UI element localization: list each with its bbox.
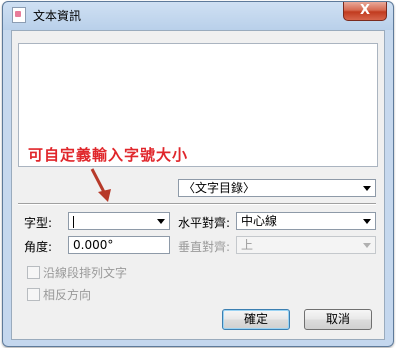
along-segment-checkbox[interactable] (27, 266, 40, 279)
document-icon (12, 7, 26, 23)
font-size-combo[interactable] (68, 212, 170, 230)
close-button[interactable]: X (343, 2, 387, 21)
annotation-label: 可自定義輸入字號大小 (28, 146, 189, 164)
divider (18, 203, 376, 205)
horizontal-align-value: 中心線 (241, 214, 278, 228)
window-title: 文本資訊 (33, 9, 82, 23)
cancel-button[interactable]: 取消 (304, 309, 372, 330)
reverse-direction-label: 相反方向 (43, 288, 92, 302)
dialog-window: 文本資訊 X 可自定義輸入字號大小 〈文字目錄〉 字型: 水平對齊: 中心線 角… (2, 1, 394, 347)
angle-value: 0.000° (73, 238, 114, 252)
annotation-arrow-icon (90, 168, 111, 202)
chevron-down-icon (363, 219, 371, 224)
chevron-down-icon (363, 186, 371, 191)
angle-input[interactable]: 0.000° (68, 236, 170, 254)
vertical-align-dropdown[interactable]: 上 (236, 236, 376, 254)
reverse-direction-checkbox[interactable] (27, 288, 40, 301)
chevron-down-icon (363, 243, 371, 248)
horizontal-align-label: 水平對齊: (178, 216, 231, 230)
dialog-client-area: 可自定義輸入字號大小 〈文字目錄〉 字型: 水平對齊: 中心線 角度: 0.00… (11, 30, 385, 340)
title-bar[interactable]: 文本資訊 X (3, 2, 393, 26)
horizontal-align-dropdown[interactable]: 中心線 (236, 212, 376, 230)
along-segment-label: 沿線段排列文字 (43, 266, 128, 280)
vertical-align-value: 上 (241, 238, 254, 252)
vertical-align-label: 垂直對齊: (178, 240, 231, 254)
text-list-value: 〈文字目錄〉 (183, 181, 256, 195)
angle-label: 角度: (24, 240, 53, 254)
chevron-down-icon (157, 219, 165, 224)
ok-button[interactable]: 確定 (222, 309, 290, 330)
text-list-dropdown[interactable]: 〈文字目錄〉 (178, 179, 376, 197)
text-caret (73, 215, 74, 228)
font-label: 字型: (24, 216, 53, 230)
